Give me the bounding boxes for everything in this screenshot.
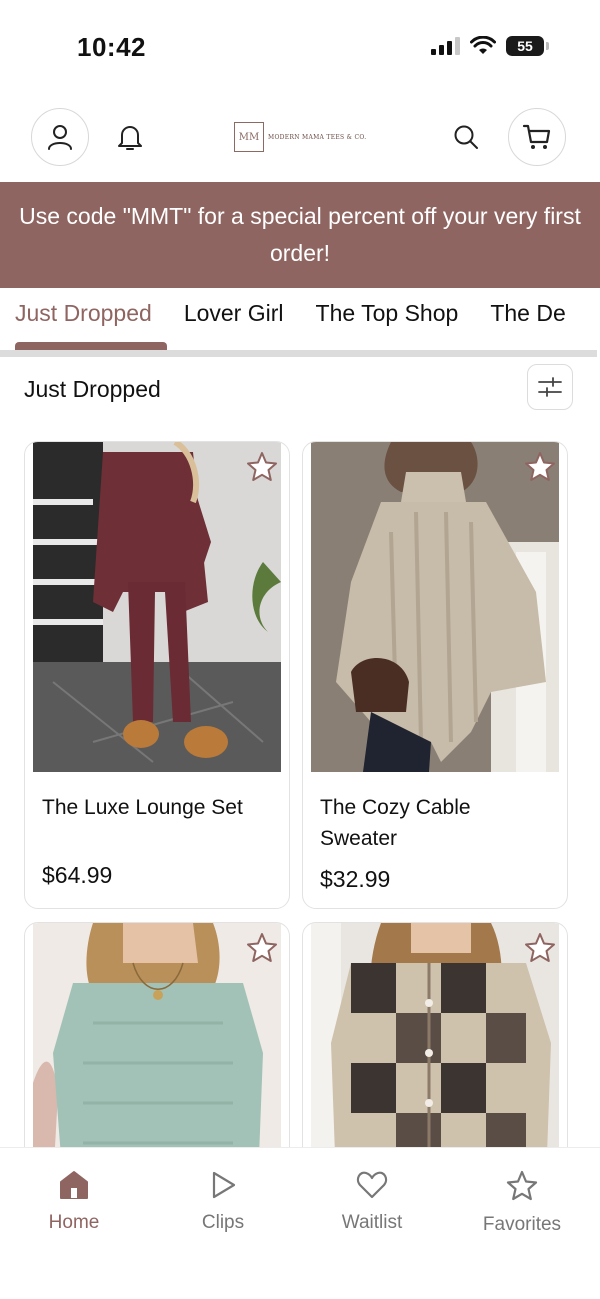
home-icon: [60, 1171, 88, 1199]
nav-favorites[interactable]: Favorites: [462, 1170, 582, 1236]
nav-waitlist[interactable]: Waitlist: [312, 1170, 432, 1234]
tabs-divider: [0, 350, 597, 357]
nav-clips-label: Clips: [201, 1212, 245, 1233]
nav-waitlist-label: Waitlist: [341, 1212, 403, 1233]
section-title: Just Dropped: [24, 376, 161, 402]
star-icon[interactable]: [245, 450, 279, 484]
filter-button[interactable]: [527, 364, 573, 410]
brand-logo[interactable]: MM MODERN MAMA TEES & CO.: [234, 122, 366, 152]
user-icon: [48, 125, 72, 150]
product-name: The Cozy Cable Sweater: [320, 796, 471, 850]
search-button[interactable]: [444, 115, 488, 159]
category-tabs: Just Dropped Lover Girl The Top Shop The…: [0, 288, 600, 358]
bell-icon: [118, 126, 142, 150]
nav-home[interactable]: Home: [14, 1170, 134, 1234]
nav-home-label: Home: [48, 1212, 100, 1233]
product-price: $64.99: [42, 862, 113, 888]
account-button[interactable]: [31, 108, 89, 166]
product-image: [33, 442, 281, 772]
active-tab-indicator: [15, 342, 167, 350]
tab-just-dropped[interactable]: Just Dropped: [15, 300, 152, 327]
bottom-nav: Home Clips Waitlist Favorites: [0, 1147, 600, 1299]
star-icon[interactable]: [523, 450, 557, 484]
cart-icon: [522, 124, 551, 149]
logo-mark: MM: [234, 122, 264, 152]
product-price: $32.99: [320, 866, 391, 892]
product-name: The Luxe Lounge Set: [42, 796, 243, 819]
battery-icon: 55: [506, 36, 549, 56]
product-image: [33, 923, 281, 1181]
promo-banner-text: Use code "MMT" for a special percent off…: [19, 203, 581, 266]
app-header: MM MODERN MAMA TEES & CO.: [0, 100, 600, 180]
product-card[interactable]: The Cozy Cable Sweater $32.99: [302, 441, 568, 909]
search-icon: [454, 125, 478, 149]
play-icon: [212, 1171, 236, 1199]
product-image: [311, 442, 559, 772]
nav-favorites-label: Favorites: [482, 1214, 562, 1235]
status-icons: 55: [430, 36, 549, 56]
notifications-button[interactable]: [108, 115, 152, 159]
promo-banner: Use code "MMT" for a special percent off…: [0, 182, 600, 288]
tab-the-de[interactable]: The De: [490, 300, 565, 327]
product-card[interactable]: The Luxe Lounge Set $64.99: [24, 441, 290, 909]
status-time: 10:42: [77, 32, 146, 62]
tab-the-top-shop[interactable]: The Top Shop: [316, 300, 459, 327]
logo-text: MODERN MAMA TEES & CO.: [268, 133, 367, 141]
sliders-icon: [538, 377, 562, 397]
product-card[interactable]: [24, 922, 290, 1182]
product-card[interactable]: [302, 922, 568, 1182]
wifi-icon: [470, 36, 496, 54]
nav-clips[interactable]: Clips: [163, 1170, 283, 1234]
heart-icon: [356, 1171, 388, 1199]
star-icon[interactable]: [245, 931, 279, 965]
product-image: [311, 923, 559, 1181]
signal-icon: [431, 37, 460, 55]
status-bar: 10:42 55: [0, 0, 600, 96]
star-icon: [506, 1170, 538, 1201]
tab-lover-girl[interactable]: Lover Girl: [184, 300, 284, 327]
star-icon[interactable]: [523, 931, 557, 965]
cart-button[interactable]: [508, 108, 566, 166]
